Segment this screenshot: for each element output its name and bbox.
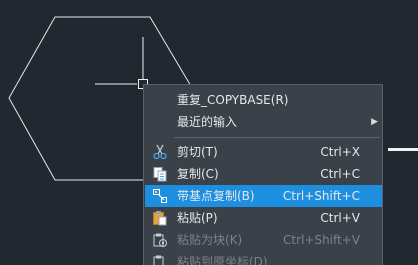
copy-icon	[153, 167, 167, 182]
paste-icon	[153, 211, 167, 226]
menu-item-label: 粘贴(P)	[177, 211, 218, 225]
menu-item-label: 复制(C)	[177, 167, 219, 181]
menu-item-paste-as-block[interactable]: 粘贴为块(K) Ctrl+Shift+V	[145, 229, 382, 251]
menu-item-shortcut: Ctrl+Shift+V	[283, 233, 360, 247]
menu-item-shortcut: Ctrl+Shift+C	[282, 189, 360, 203]
menu-item-shortcut: Ctrl+C	[320, 167, 360, 181]
menu-item-label: 剪切(T)	[177, 145, 218, 159]
menu-item-label: 带基点复制(B)	[177, 189, 255, 203]
menu-item-paste-to-original[interactable]: 粘贴到原坐标(D)	[145, 251, 382, 265]
paste-to-original-icon	[153, 255, 164, 265]
menu-separator	[174, 137, 380, 138]
canvas-line-fragment	[388, 148, 418, 151]
menu-item-shortcut: Ctrl+V	[320, 211, 360, 225]
crosshair-cursor	[95, 37, 148, 89]
menu-item-copy[interactable]: 复制(C) Ctrl+C	[145, 163, 382, 185]
menu-item-shortcut: Ctrl+X	[320, 145, 360, 159]
menu-item-copy-with-basepoint[interactable]: 带基点复制(B) Ctrl+Shift+C	[145, 185, 382, 207]
paste-as-block-icon	[153, 233, 167, 247]
menu-item-paste[interactable]: 粘贴(P) Ctrl+V	[145, 207, 382, 229]
menu-item-recent-input[interactable]: 最近的输入 ▶	[145, 111, 382, 133]
context-menu: 重复_COPYBASE(R) 最近的输入 ▶ 剪切(T) Ctrl+X 复制(C…	[143, 84, 383, 265]
menu-item-label: 粘贴到原坐标(D)	[177, 255, 268, 265]
copy-with-basepoint-icon	[153, 189, 167, 203]
menu-item-label: 重复_COPYBASE(R)	[177, 93, 289, 107]
menu-item-label: 最近的输入	[177, 115, 238, 129]
menu-item-cut[interactable]: 剪切(T) Ctrl+X	[145, 141, 382, 163]
menu-item-label: 粘贴为块(K)	[177, 233, 243, 247]
menu-item-repeat-copybase[interactable]: 重复_COPYBASE(R)	[145, 89, 382, 111]
submenu-arrow-icon: ▶	[371, 117, 378, 127]
scissors-icon	[153, 144, 167, 160]
